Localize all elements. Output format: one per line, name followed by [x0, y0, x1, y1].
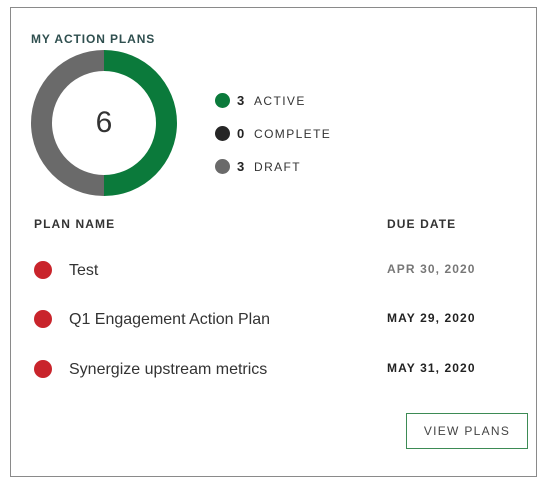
view-plans-button[interactable]: VIEW PLANS: [406, 413, 528, 449]
plan-name[interactable]: Synergize upstream metrics: [69, 361, 267, 379]
complete-label: COMPLETE: [254, 126, 332, 141]
plan-name-column-header: PLAN NAME: [34, 217, 116, 231]
draft-status-dot: [215, 159, 230, 174]
plan-row-test[interactable]: Test APR 30, 2020: [31, 253, 501, 287]
active-label: ACTIVE: [254, 93, 306, 108]
draft-label: DRAFT: [254, 159, 301, 174]
draft-count: 3: [237, 159, 245, 174]
legend-item-complete: 0 COMPLETE: [215, 117, 331, 150]
plan-name[interactable]: Test: [69, 262, 98, 280]
active-count: 3: [237, 93, 245, 108]
legend-item-active: 3 ACTIVE: [215, 84, 331, 117]
plan-row-q1-engagement[interactable]: Q1 Engagement Action Plan MAY 29, 2020: [31, 302, 501, 336]
total-plans-count: 6: [95, 106, 113, 139]
plans-status-legend: 3 ACTIVE 0 COMPLETE 3 DRAFT: [215, 84, 331, 183]
legend-item-draft: 3 DRAFT: [215, 150, 331, 183]
action-plans-card: MY ACTION PLANS 6 3 ACTIVE 0 COMPLETE 3 …: [10, 7, 537, 477]
plan-due-date: MAY 29, 2020: [387, 311, 476, 325]
due-date-column-header: DUE DATE: [387, 217, 457, 231]
overdue-status-dot: [34, 261, 52, 279]
complete-count: 0: [237, 126, 245, 141]
overdue-status-dot: [34, 310, 52, 328]
active-status-dot: [215, 93, 230, 108]
overdue-status-dot: [34, 360, 52, 378]
plan-row-synergize[interactable]: Synergize upstream metrics MAY 31, 2020: [31, 352, 501, 386]
plan-name[interactable]: Q1 Engagement Action Plan: [69, 311, 270, 329]
plan-due-date: APR 30, 2020: [387, 262, 476, 276]
card-title: MY ACTION PLANS: [31, 32, 156, 46]
complete-status-dot: [215, 126, 230, 141]
plan-due-date: MAY 31, 2020: [387, 361, 476, 375]
